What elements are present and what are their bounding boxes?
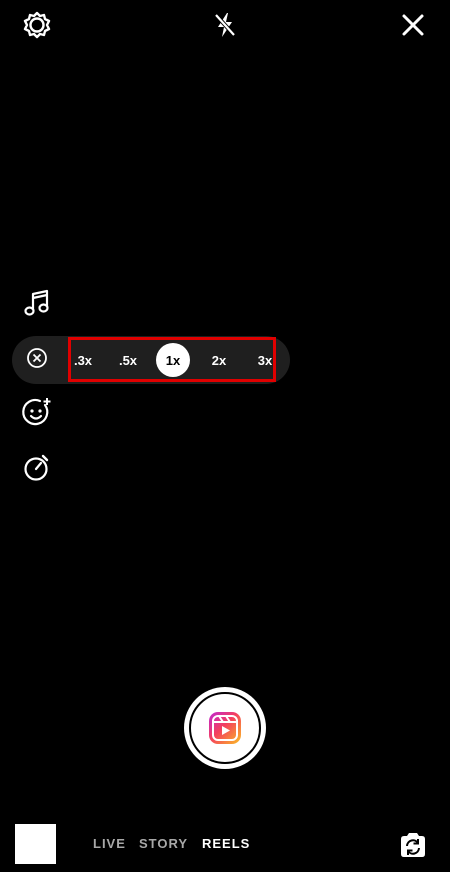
close-circle-icon xyxy=(25,346,49,375)
effects-face-icon xyxy=(21,396,53,433)
speed-close-button[interactable] xyxy=(24,347,50,373)
speed-option-3x[interactable]: 3x xyxy=(252,343,278,377)
settings-button[interactable] xyxy=(20,8,54,42)
gear-icon xyxy=(22,10,52,40)
speed-option-0.3x[interactable]: .3x xyxy=(70,343,96,377)
speed-option-2x[interactable]: 2x xyxy=(206,343,232,377)
music-icon xyxy=(23,288,51,323)
music-button[interactable] xyxy=(20,288,54,322)
flash-button[interactable] xyxy=(208,8,242,42)
close-icon xyxy=(400,12,426,38)
effects-button[interactable] xyxy=(20,397,54,431)
flip-camera-button[interactable] xyxy=(396,828,430,862)
speed-option-0.5x[interactable]: .5x xyxy=(113,343,143,377)
mode-story[interactable]: STORY xyxy=(139,836,188,851)
timer-icon xyxy=(22,451,52,488)
gallery-thumbnail[interactable] xyxy=(15,824,56,864)
speed-option-1x[interactable]: 1x xyxy=(156,343,190,377)
flip-camera-icon xyxy=(396,833,430,866)
reels-icon xyxy=(206,709,244,747)
mode-live[interactable]: LIVE xyxy=(93,836,126,851)
timer-button[interactable] xyxy=(20,452,54,486)
mode-reels[interactable]: REELS xyxy=(202,836,250,851)
close-button[interactable] xyxy=(396,8,430,42)
flash-off-icon xyxy=(210,10,240,40)
